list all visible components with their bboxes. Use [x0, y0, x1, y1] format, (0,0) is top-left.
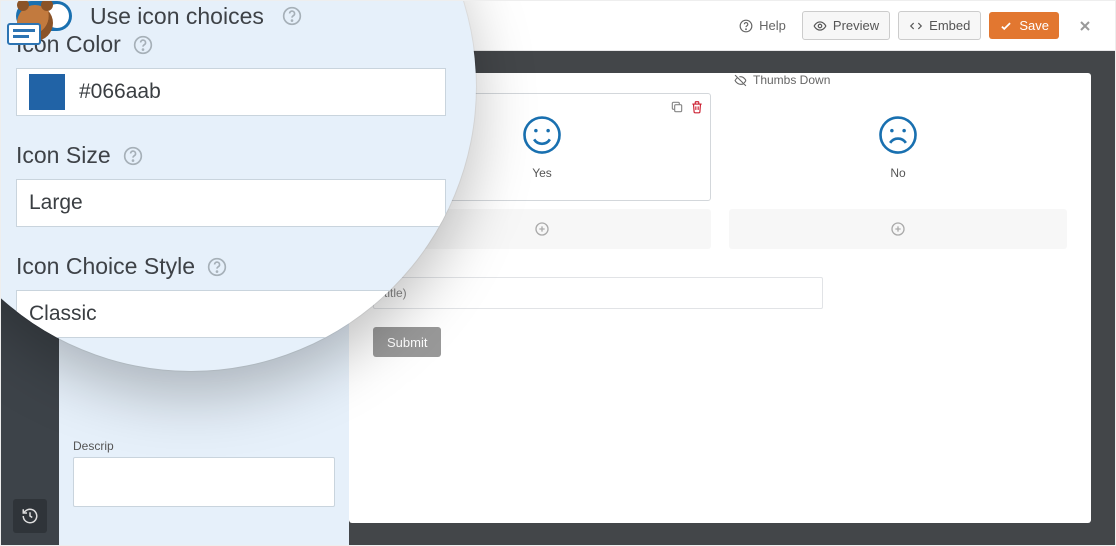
icon-size-select[interactable]: Large: [16, 179, 446, 227]
help-icon[interactable]: [282, 6, 302, 26]
icon-style-label: Icon Choice Style: [16, 253, 195, 280]
description-textarea[interactable]: [73, 457, 335, 507]
icon-style-select[interactable]: Classic: [16, 290, 446, 338]
save-label: Save: [1019, 18, 1049, 33]
frown-icon: [877, 114, 919, 156]
preview-label: Preview: [833, 18, 879, 33]
preview-button[interactable]: Preview: [802, 11, 890, 40]
magnifier-lens: Use icon choices Icon Color #066aab Icon…: [0, 0, 476, 371]
choice-yes-label: Yes: [532, 166, 552, 180]
icon-size-value: Large: [29, 191, 83, 215]
revisions-button[interactable]: [13, 499, 47, 533]
duplicate-choice-icon[interactable]: [670, 100, 684, 119]
eye-off-icon: [734, 74, 747, 87]
help-label: Help: [759, 18, 786, 33]
wpforms-logo: [5, 1, 65, 45]
plus-icon: [890, 221, 906, 237]
help-icon[interactable]: [133, 35, 153, 55]
code-icon: [909, 19, 923, 33]
color-swatch[interactable]: [29, 74, 65, 110]
delete-choice-icon[interactable]: [690, 100, 704, 119]
close-button[interactable]: [1067, 1, 1103, 51]
check-icon: [999, 19, 1013, 33]
save-button[interactable]: Save: [989, 12, 1059, 39]
icon-color-value: #066aab: [79, 80, 161, 104]
icon-size-label: Icon Size: [16, 142, 111, 169]
embed-button[interactable]: Embed: [898, 11, 981, 40]
use-icon-choices-row: Use icon choices: [16, 1, 446, 31]
embed-label: Embed: [929, 18, 970, 33]
help-icon: [739, 19, 753, 33]
description-label: Description: [16, 364, 131, 371]
history-icon: [21, 507, 39, 525]
plus-icon: [534, 221, 550, 237]
choice-no: Thumbs Down No: [729, 93, 1067, 249]
tablet-icon: [7, 23, 41, 45]
help-icon[interactable]: [123, 146, 143, 166]
icon-style-value: Classic: [29, 302, 97, 326]
add-choice-right[interactable]: [729, 209, 1067, 249]
use-icon-choices-label: Use icon choices: [90, 3, 264, 30]
help-link[interactable]: Help: [731, 12, 794, 39]
close-icon: [1077, 18, 1093, 34]
choice-no-label: No: [890, 166, 905, 180]
eye-icon: [813, 19, 827, 33]
thumbs-down-tag: Thumbs Down: [734, 73, 830, 87]
choice-card-no[interactable]: No: [729, 93, 1067, 201]
help-icon[interactable]: [143, 368, 163, 372]
smile-icon: [521, 114, 563, 156]
description-label-small: Descrip: [73, 439, 335, 453]
help-icon[interactable]: [207, 257, 227, 277]
icon-color-input[interactable]: #066aab: [16, 68, 446, 116]
